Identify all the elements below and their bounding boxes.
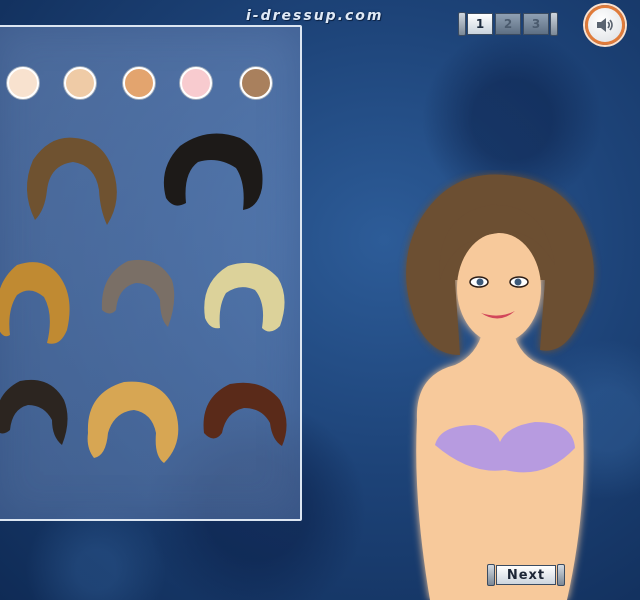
page-selector: 1 2 3	[458, 12, 558, 36]
hairstyle-short-gray[interactable]	[98, 255, 178, 335]
hairstyle-wavy-black[interactable]	[158, 128, 268, 218]
hairstyle-curly-brown[interactable]	[15, 130, 125, 230]
skin-tone-swatch-3[interactable]	[123, 67, 155, 99]
hair-shape	[87, 381, 179, 463]
hair-shape	[203, 382, 287, 446]
skin-tone-swatch-5[interactable]	[240, 67, 272, 99]
dressup-model	[406, 174, 594, 600]
hairstyle-wavy-golden[interactable]	[0, 255, 77, 350]
page-3-button[interactable]: 3	[523, 13, 549, 35]
skin-tone-swatch-2[interactable]	[64, 67, 96, 99]
hair-shape	[163, 133, 263, 210]
page-1-button[interactable]: 1	[467, 13, 493, 35]
skin-tone-swatch-1[interactable]	[7, 67, 39, 99]
hairstyle-curly-platinum[interactable]	[200, 258, 288, 338]
hair-shape	[204, 262, 285, 332]
page-2-button[interactable]: 2	[495, 13, 521, 35]
skin-tone-swatch-4[interactable]	[180, 67, 212, 99]
hair-shape	[26, 137, 117, 225]
next-button[interactable]: Next	[487, 564, 565, 586]
model-face	[457, 233, 541, 343]
hairstyle-voluminous-blonde[interactable]	[84, 378, 182, 468]
hair-shape	[0, 262, 70, 344]
next-left-cap	[487, 564, 495, 586]
site-logo: i-dressup.com	[246, 8, 384, 24]
speaker-icon	[597, 18, 613, 32]
hair-shape	[101, 259, 175, 327]
next-right-cap	[557, 564, 565, 586]
hair-shape	[0, 379, 68, 445]
next-button-label: Next	[496, 565, 556, 585]
sound-toggle-button[interactable]	[585, 5, 625, 45]
hairstyle-curly-auburn[interactable]	[200, 378, 290, 450]
hairstyle-curly-dark[interactable]	[0, 375, 72, 450]
pager-left-cap	[458, 12, 466, 36]
pager-right-cap	[550, 12, 558, 36]
